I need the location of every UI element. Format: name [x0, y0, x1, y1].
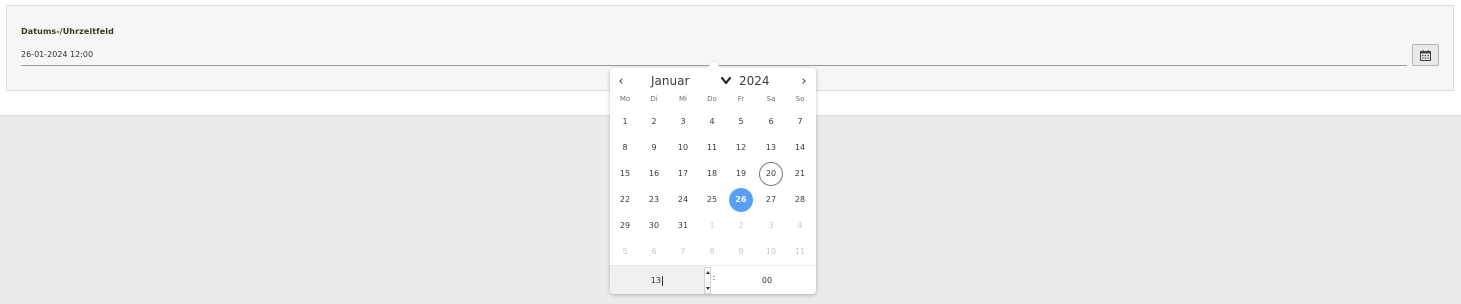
increment-arrow-icon[interactable]	[706, 271, 710, 274]
weekday-label: So	[795, 95, 805, 103]
day-cell[interactable]: 7	[788, 110, 812, 134]
day-cell[interactable]: 7	[671, 240, 695, 264]
day-cell[interactable]: 27	[759, 188, 783, 212]
day-cell[interactable]: 4	[788, 214, 812, 238]
weekday-label: Do	[707, 95, 717, 103]
day-cell[interactable]: 15	[613, 162, 637, 186]
day-cell[interactable]: 11	[700, 136, 724, 160]
time-separator: :	[712, 273, 716, 282]
year-input[interactable]: 2024	[739, 73, 779, 89]
day-cell[interactable]: 24	[671, 188, 695, 212]
prev-month-icon[interactable]: ‹	[615, 75, 627, 89]
day-cell[interactable]: 14	[788, 136, 812, 160]
day-cell[interactable]: 17	[671, 162, 695, 186]
text-caret	[662, 275, 664, 286]
weekday-label: Sa	[766, 95, 776, 103]
day-cell[interactable]: 28	[788, 188, 812, 212]
day-cell[interactable]: 3	[671, 110, 695, 134]
day-cell[interactable]: 25	[700, 188, 724, 212]
datepicker-popup: ‹ Januar 2024 › Mo Di Mi Do Fr Sa So 123456789…	[610, 60, 816, 294]
calendar-icon	[1420, 49, 1431, 61]
day-cell[interactable]: 8	[700, 240, 724, 264]
day-cell[interactable]: 19	[729, 162, 753, 186]
day-cell[interactable]: 6	[759, 110, 783, 134]
day-cell[interactable]: 23	[642, 188, 666, 212]
day-cell[interactable]: 1	[700, 214, 724, 238]
day-cell[interactable]: 11	[788, 240, 812, 264]
field-label: Datums-/Uhrzeitfeld	[21, 27, 114, 36]
next-month-icon[interactable]: ›	[798, 75, 810, 89]
decrement-arrow-icon[interactable]	[706, 287, 710, 290]
day-cell[interactable]: 21	[788, 162, 812, 186]
day-cell[interactable]: 30	[642, 214, 666, 238]
day-cell[interactable]: 1	[613, 110, 637, 134]
weekday-label: Fr	[737, 95, 745, 103]
datepicker-header: ‹ Januar 2024 ›	[610, 68, 816, 90]
day-cell[interactable]: 3	[759, 214, 783, 238]
minute-input[interactable]: 00	[718, 266, 816, 294]
weekday-header: Mo Di Mi Do Fr Sa So	[610, 94, 816, 106]
day-cell[interactable]: 2	[729, 214, 753, 238]
day-cell[interactable]: 5	[613, 240, 637, 264]
day-cell[interactable]: 10	[671, 136, 695, 160]
day-cell[interactable]: 9	[642, 136, 666, 160]
day-cell[interactable]: 29	[613, 214, 637, 238]
weekday-label: Mi	[679, 95, 687, 103]
day-cell[interactable]: 9	[729, 240, 753, 264]
day-cell[interactable]: 10	[759, 240, 783, 264]
day-cell-today[interactable]: 20	[759, 162, 783, 186]
day-cell[interactable]: 16	[642, 162, 666, 186]
hour-value: 13	[650, 276, 662, 285]
day-cell[interactable]: 2	[642, 110, 666, 134]
hour-spinner[interactable]	[704, 267, 711, 294]
day-cell[interactable]: 22	[613, 188, 637, 212]
month-select[interactable]: Januar	[651, 73, 731, 89]
day-cell[interactable]: 4	[700, 110, 724, 134]
day-cell[interactable]: 6	[642, 240, 666, 264]
day-cell[interactable]: 18	[700, 162, 724, 186]
hour-input[interactable]: 13	[610, 266, 704, 294]
day-cell[interactable]: 31	[671, 214, 695, 238]
calendar-button[interactable]	[1412, 44, 1439, 66]
time-picker: 13 : 00	[610, 265, 816, 294]
weekday-label: Mo	[619, 95, 631, 103]
day-cell[interactable]: 8	[613, 136, 637, 160]
day-cell[interactable]: 12	[729, 136, 753, 160]
chevron-down-icon[interactable]	[720, 76, 732, 86]
day-cell-selected[interactable]: 26	[729, 188, 753, 212]
day-cell[interactable]: 13	[759, 136, 783, 160]
day-cell[interactable]: 5	[729, 110, 753, 134]
weekday-label: Di	[650, 95, 658, 103]
